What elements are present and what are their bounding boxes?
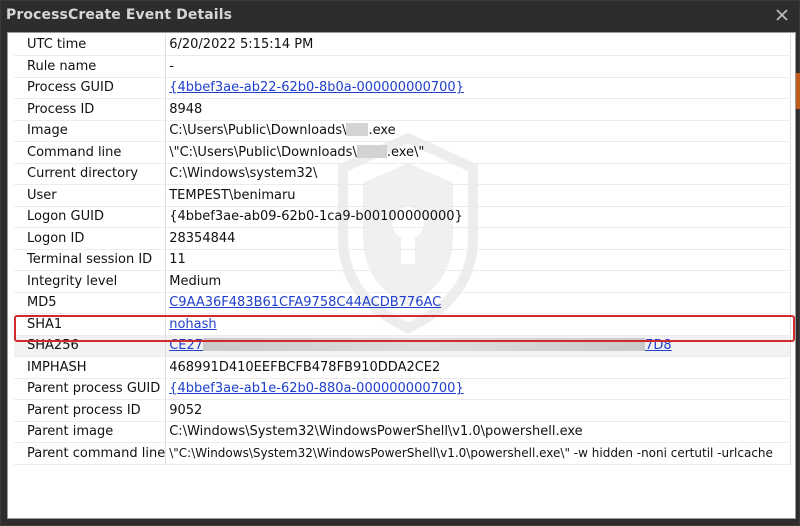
row-label: Integrity level (14, 270, 167, 293)
background-accent (796, 73, 800, 109)
table-row: Logon GUID {4bbef3ae-ab09-62b0-1ca9-b001… (14, 206, 792, 228)
md5-link[interactable]: C9AA36F483B61CFA9758C44ACDB776AC (169, 295, 441, 310)
table-row: Logon ID 28354844 (14, 227, 792, 250)
row-value[interactable]: 28354844 (165, 227, 792, 250)
row-label: Parent process ID (14, 399, 167, 422)
row-label: Rule name (14, 55, 167, 78)
sha1-link[interactable]: nohash (169, 317, 216, 332)
row-label: SHA1 (14, 313, 167, 336)
row-label: Parent image (14, 421, 167, 443)
window-title: ProcessCreate Event Details (6, 7, 233, 23)
close-icon[interactable] (773, 6, 791, 24)
row-label: Logon ID (14, 227, 167, 250)
row-label: Current directory (14, 163, 167, 185)
row-label: Logon GUID (14, 206, 167, 228)
value-prefix: C:\Users\Public\Downloads\ (169, 123, 347, 139)
row-label: UTC time (14, 34, 167, 56)
table-row: Parent image C:\Windows\System32\Windows… (14, 421, 792, 443)
details-panel: UTC time 6/20/2022 5:15:14 PM Rule name … (7, 32, 796, 519)
table-row: MD5 C9AA36F483B61CFA9758C44ACDB776AC (14, 292, 792, 314)
table-row: Parent command line \"C:\Windows\System3… (14, 442, 792, 465)
table-row: Command line \"C:\Users\Public\Downloads… (14, 141, 792, 164)
row-label: Parent process GUID (14, 378, 167, 400)
row-label: MD5 (14, 292, 167, 314)
value-suffix: .exe (368, 123, 396, 139)
table-row: UTC time 6/20/2022 5:15:14 PM (14, 34, 792, 56)
row-value[interactable]: \"C:\Users\Public\Downloads\ .exe\" (165, 141, 792, 164)
sha256-link[interactable]: CE27 7D8 (169, 338, 672, 354)
table-row: Terminal session ID 11 (14, 249, 792, 271)
row-label: Image (14, 120, 167, 142)
row-label: Process ID (14, 98, 167, 121)
row-value[interactable]: 6/20/2022 5:15:14 PM (165, 34, 792, 56)
row-label: SHA256 (14, 335, 167, 357)
table-row: Image C:\Users\Public\Downloads\ .exe (14, 120, 792, 142)
event-details-window: ProcessCreate Event Details UTC time 6/2… (0, 0, 800, 526)
row-label: User (14, 184, 167, 207)
row-value[interactable]: C:\Windows\System32\WindowsPowerShell\v1… (165, 421, 792, 443)
table-row: IMPHASH 468991D410EEFBCFB478FB910DDA2CE2 (14, 356, 792, 379)
details-table: UTC time 6/20/2022 5:15:14 PM Rule name … (14, 34, 792, 465)
row-label: IMPHASH (14, 356, 167, 379)
table-row: Parent process ID 9052 (14, 399, 792, 422)
title-bar: ProcessCreate Event Details (1, 1, 799, 31)
process-guid-link[interactable]: {4bbef3ae-ab22-62b0-8b0a-000000000700} (169, 80, 464, 95)
row-value[interactable]: - (165, 55, 792, 78)
row-value[interactable]: Medium (165, 270, 792, 293)
table-row: User TEMPEST\benimaru (14, 184, 792, 207)
table-row-highlighted: SHA256 CE27 7D8 (14, 335, 792, 357)
redacted-filename (346, 123, 369, 137)
table-row: Integrity level Medium (14, 270, 792, 293)
row-value[interactable]: C:\Users\Public\Downloads\ .exe (165, 120, 792, 142)
value-suffix: 7D8 (645, 338, 672, 354)
table-row: Rule name - (14, 55, 792, 78)
row-value[interactable]: 9052 (165, 399, 792, 422)
row-value[interactable]: {4bbef3ae-ab09-62b0-1ca9-b00100000000} (165, 206, 792, 228)
parent-process-guid-link[interactable]: {4bbef3ae-ab1e-62b0-880a-000000000700} (169, 381, 463, 396)
row-value[interactable]: 468991D410EEFBCFB478FB910DDA2CE2 (165, 356, 792, 379)
row-value[interactable]: \"C:\Windows\System32\WindowsPowerShell\… (165, 442, 792, 465)
redacted-hash (203, 338, 646, 352)
table-row: Current directory C:\Windows\system32\ (14, 163, 792, 185)
table-row: Process ID 8948 (14, 98, 792, 121)
table-row: Process GUID {4bbef3ae-ab22-62b0-8b0a-00… (14, 77, 792, 99)
row-label: Command line (14, 141, 167, 164)
value-prefix: \"C:\Users\Public\Downloads\ (169, 144, 357, 160)
row-label: Parent command line (14, 442, 167, 465)
value-suffix: .exe\" (386, 144, 425, 160)
row-value[interactable]: TEMPEST\benimaru (165, 184, 792, 207)
row-value[interactable]: C:\Windows\system32\ (165, 163, 792, 185)
row-value[interactable]: 11 (165, 249, 792, 271)
row-label: Process GUID (14, 77, 167, 99)
redacted-filename (356, 144, 387, 158)
value-prefix: CE27 (169, 338, 204, 354)
table-row: SHA1 nohash (14, 313, 792, 336)
row-value[interactable]: 8948 (165, 98, 792, 121)
row-label: Terminal session ID (14, 249, 167, 271)
table-row: Parent process GUID {4bbef3ae-ab1e-62b0-… (14, 378, 792, 400)
